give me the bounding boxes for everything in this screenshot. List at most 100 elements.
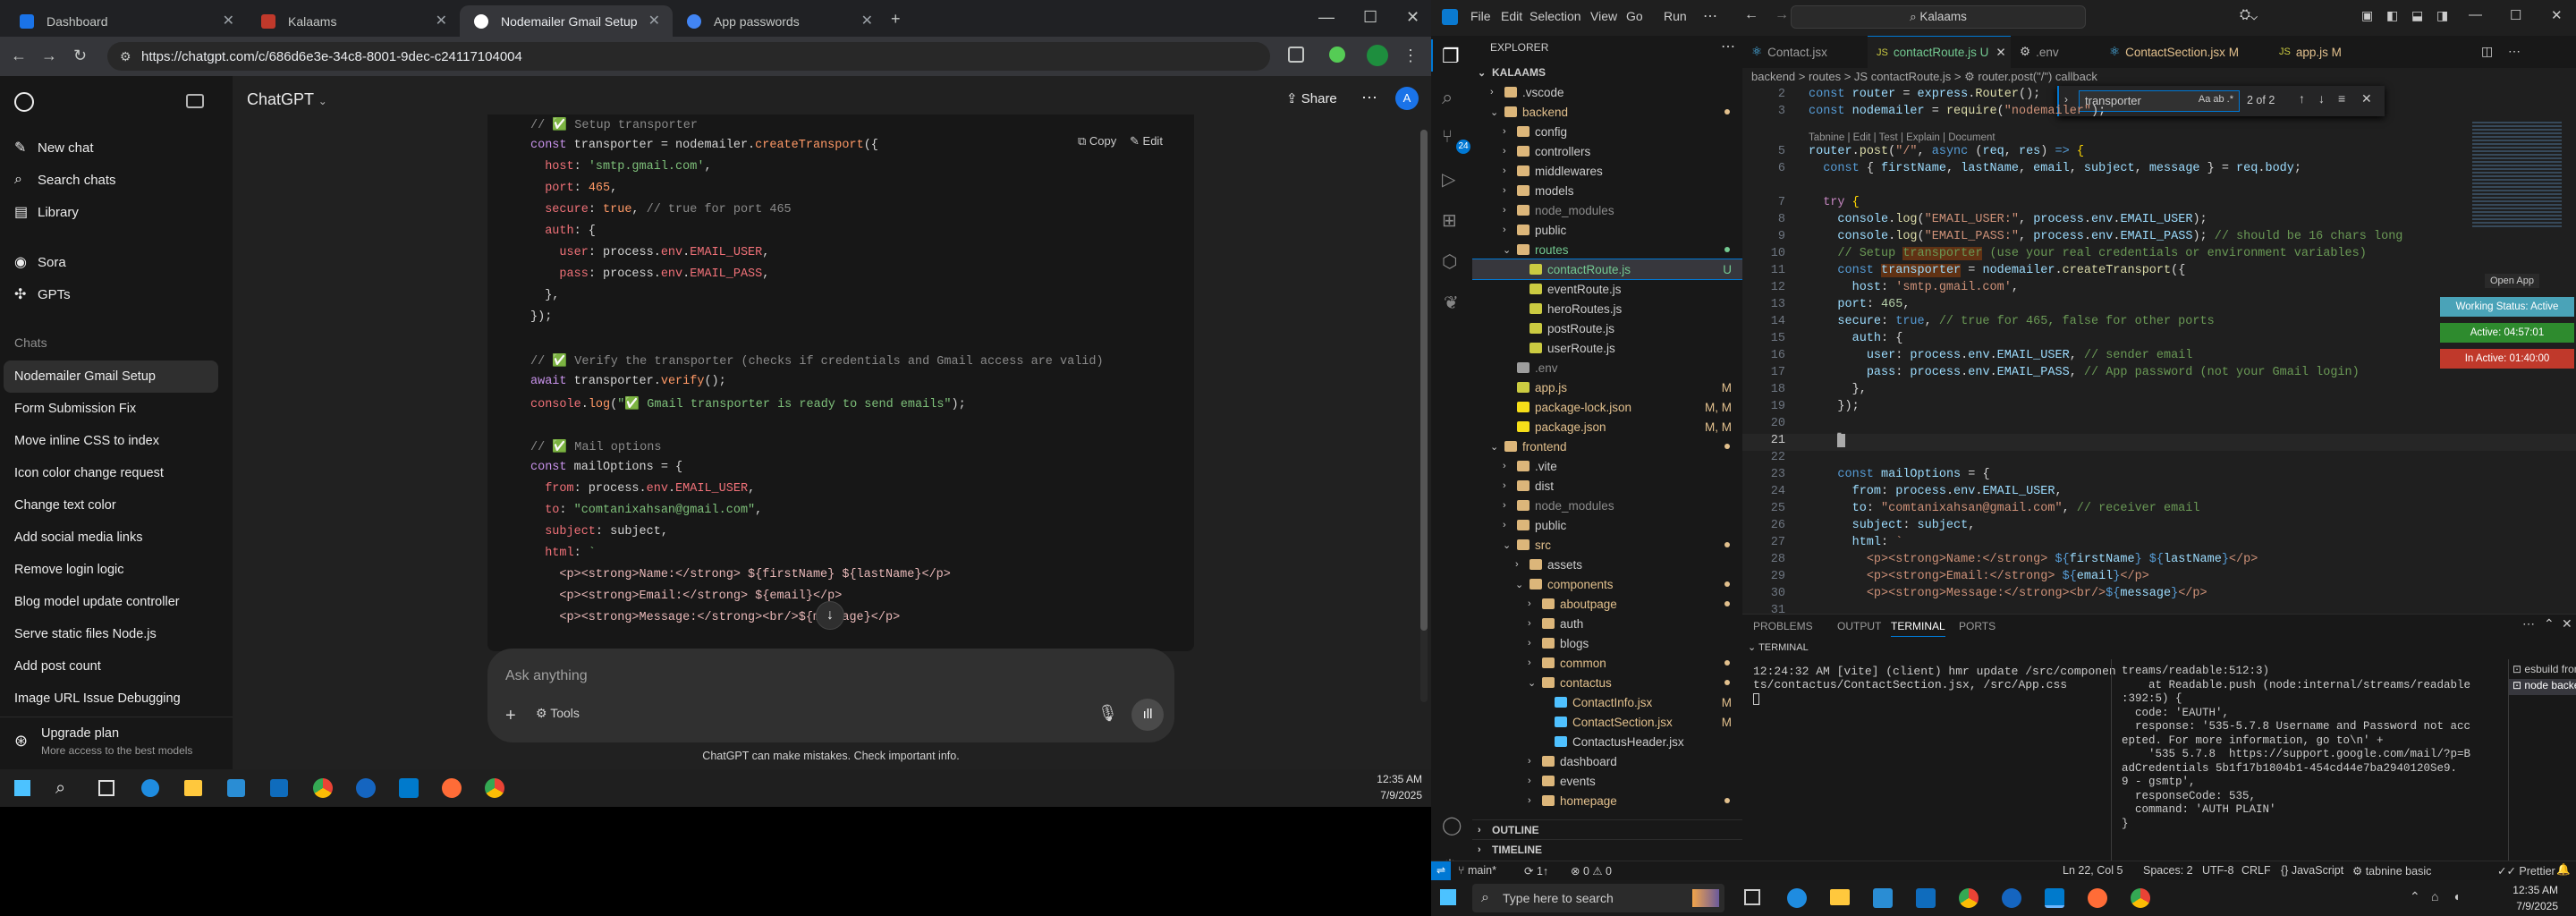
find-next-icon[interactable]: ↓ bbox=[2318, 91, 2325, 106]
code-editor[interactable]: backend > routes > JS contactRoute.js > … bbox=[1742, 68, 2576, 614]
chat-item[interactable]: Add post count bbox=[0, 650, 215, 683]
tab-contactroute-js[interactable]: JS contactRoute.js U ✕ bbox=[1868, 36, 2011, 68]
menu-run[interactable]: Run bbox=[1664, 9, 1687, 23]
menu-edit[interactable]: Edit bbox=[1501, 9, 1522, 23]
close-window-icon[interactable]: ✕ bbox=[2551, 7, 2563, 23]
search-chats-button[interactable]: ⌕ Search chats bbox=[14, 164, 220, 196]
tree-file[interactable]: heroRoutes.js bbox=[1472, 299, 1742, 318]
openai-logo-icon[interactable] bbox=[14, 92, 34, 112]
notifications-icon[interactable]: 🔔 bbox=[2556, 863, 2571, 877]
tabnine-status[interactable]: ⚙ tabnine basic bbox=[2352, 864, 2431, 878]
close-find-icon[interactable]: ✕ bbox=[2361, 91, 2372, 106]
more-options-icon[interactable]: ⋯ bbox=[1361, 89, 1377, 107]
tab-app-js[interactable]: JS app.js M bbox=[2270, 36, 2368, 68]
microphone-icon[interactable]: 🎙 bbox=[1097, 704, 1118, 723]
minimize-icon[interactable]: — bbox=[1318, 9, 1335, 25]
site-info-icon[interactable]: ⚙ bbox=[120, 48, 131, 64]
share-button[interactable]: ⇪ Share bbox=[1286, 90, 1337, 106]
chevron-right-icon[interactable]: › bbox=[2064, 93, 2068, 106]
menu-selection[interactable]: Selection bbox=[1530, 9, 1581, 23]
tree-file[interactable]: ContactusHeader.jsx bbox=[1472, 732, 1742, 751]
tree-file[interactable]: contactRoute.js U bbox=[1472, 259, 1742, 280]
close-panel-icon[interactable]: ✕ bbox=[2562, 616, 2572, 632]
edge-icon[interactable] bbox=[141, 779, 159, 797]
tree-folder[interactable]: › events bbox=[1472, 771, 1742, 791]
copilot-icon[interactable]: ⛭⌄ bbox=[2240, 7, 2258, 22]
chat-item[interactable]: Move inline CSS to index bbox=[0, 425, 215, 457]
add-attachment-icon[interactable]: + bbox=[505, 706, 516, 726]
extension-icon[interactable] bbox=[1329, 47, 1345, 63]
problems-count[interactable]: ⊗ 0 ⚠ 0 bbox=[1571, 864, 1612, 878]
tab-contact-jsx[interactable]: ⚛ Contact.jsx bbox=[1742, 36, 1868, 68]
menu-file[interactable]: File bbox=[1470, 9, 1491, 23]
menu-go[interactable]: Go bbox=[1626, 9, 1643, 23]
vscode-icon[interactable] bbox=[2045, 888, 2064, 908]
find-options-icon[interactable]: Aa ab .* bbox=[2199, 94, 2233, 105]
toggle-secondary-icon[interactable]: ◨ bbox=[2436, 8, 2448, 23]
account-icon[interactable]: ◯ bbox=[1442, 814, 1462, 836]
chat-item[interactable]: Image URL Issue Debugging bbox=[0, 683, 215, 715]
mail-icon[interactable] bbox=[1916, 888, 1936, 908]
find-selection-icon[interactable]: ≡ bbox=[2338, 91, 2345, 106]
nav-forward-icon[interactable]: → bbox=[1775, 7, 1789, 23]
reload-icon[interactable]: ↻ bbox=[73, 47, 87, 64]
git-branch[interactable]: ⑂ main* bbox=[1458, 864, 1496, 877]
minimap[interactable] bbox=[2472, 122, 2562, 229]
tree-folder[interactable]: › assets bbox=[1472, 555, 1742, 574]
app-icon[interactable] bbox=[356, 778, 376, 798]
menu-view[interactable]: View bbox=[1590, 9, 1617, 23]
tree-folder[interactable]: › blogs bbox=[1472, 633, 1742, 653]
search-icon[interactable]: ⌕ bbox=[1442, 86, 1453, 109]
maximize-icon[interactable]: ☐ bbox=[2510, 7, 2521, 23]
terminal-item-node[interactable]: ⊡ node backend bbox=[2509, 679, 2576, 695]
close-window-icon[interactable]: ✕ bbox=[1406, 9, 1419, 25]
chat-item[interactable]: Change text color bbox=[0, 489, 215, 522]
store-icon[interactable] bbox=[1873, 888, 1893, 908]
panel-tab-problems[interactable]: PROBLEMS bbox=[1753, 620, 1813, 632]
terminal-item-esbuild[interactable]: ⊡ esbuild frontend bbox=[2512, 663, 2576, 675]
upgrade-plan-button[interactable]: ⊛ Upgrade plan More access to the best m… bbox=[0, 717, 233, 769]
command-center-search[interactable]: ⌕ Kalaams bbox=[1791, 5, 2086, 29]
chat-item[interactable]: Form Submission Fix bbox=[0, 393, 215, 425]
tab-env[interactable]: ⚙ .env bbox=[2011, 36, 2100, 68]
language-mode[interactable]: {} JavaScript bbox=[2281, 864, 2343, 877]
timeline-section[interactable]: › TIMELINE bbox=[1472, 839, 1742, 859]
nav-back-icon[interactable]: ← bbox=[1744, 7, 1758, 23]
explorer-more-icon[interactable]: ⋯ bbox=[1721, 38, 1735, 55]
tree-file[interactable]: eventRoute.js bbox=[1472, 279, 1742, 299]
voice-mode-button[interactable]: ıll bbox=[1131, 699, 1164, 731]
tree-folder[interactable]: ⌄ components bbox=[1472, 574, 1742, 594]
close-tab-icon[interactable]: ✕ bbox=[648, 12, 660, 30]
remote-icon[interactable]: ⇌ bbox=[1431, 861, 1451, 880]
tree-file[interactable]: postRoute.js bbox=[1472, 318, 1742, 338]
close-tab-icon[interactable]: ✕ bbox=[861, 12, 873, 30]
source-control-icon[interactable]: ⑂ bbox=[1442, 127, 1453, 148]
tree-folder[interactable]: › controllers bbox=[1472, 141, 1742, 161]
editor-more-icon[interactable]: ⋯ bbox=[2508, 44, 2521, 59]
tree-folder[interactable]: › common bbox=[1472, 653, 1742, 673]
split-editor-icon[interactable]: ◫ bbox=[2481, 44, 2493, 59]
line-ending[interactable]: CRLF bbox=[2241, 864, 2271, 877]
encoding[interactable]: UTF-8 bbox=[2202, 864, 2233, 877]
remote-explorer-icon[interactable]: ⬡ bbox=[1442, 250, 1457, 273]
panel-tab-output[interactable]: OUTPUT bbox=[1837, 620, 1881, 632]
indentation[interactable]: Spaces: 2 bbox=[2143, 864, 2193, 877]
close-tab-icon[interactable]: ✕ bbox=[436, 12, 447, 30]
tree-folder[interactable]: › node_modules bbox=[1472, 496, 1742, 515]
tree-folder[interactable]: › .vscode bbox=[1472, 82, 1742, 102]
task-view-icon[interactable] bbox=[98, 780, 114, 796]
scroll-down-button[interactable]: ↓ bbox=[816, 601, 844, 630]
search-icon[interactable]: ⌕ bbox=[55, 778, 65, 799]
taskbar-clock[interactable]: 12:35 AM 7/9/2025 bbox=[2487, 884, 2558, 912]
scrollbar-thumb[interactable] bbox=[1420, 130, 1428, 631]
tree-folder[interactable]: ⌄ frontend bbox=[1472, 437, 1742, 456]
copy-code-button[interactable]: ⧉ Copy bbox=[1078, 134, 1116, 148]
edit-code-button[interactable]: ✎ Edit bbox=[1130, 134, 1163, 148]
breadcrumb[interactable]: backend > routes > JS contactRoute.js > … bbox=[1751, 68, 2097, 88]
tree-folder[interactable]: ⌄ backend bbox=[1472, 102, 1742, 122]
browser-menu-icon[interactable]: ⋮ bbox=[1402, 47, 1419, 64]
tree-folder[interactable]: › public bbox=[1472, 515, 1742, 535]
app-icon[interactable] bbox=[2002, 888, 2021, 908]
tree-folder[interactable]: › auth bbox=[1472, 614, 1742, 633]
tree-file[interactable]: app.js M bbox=[1472, 377, 1742, 397]
